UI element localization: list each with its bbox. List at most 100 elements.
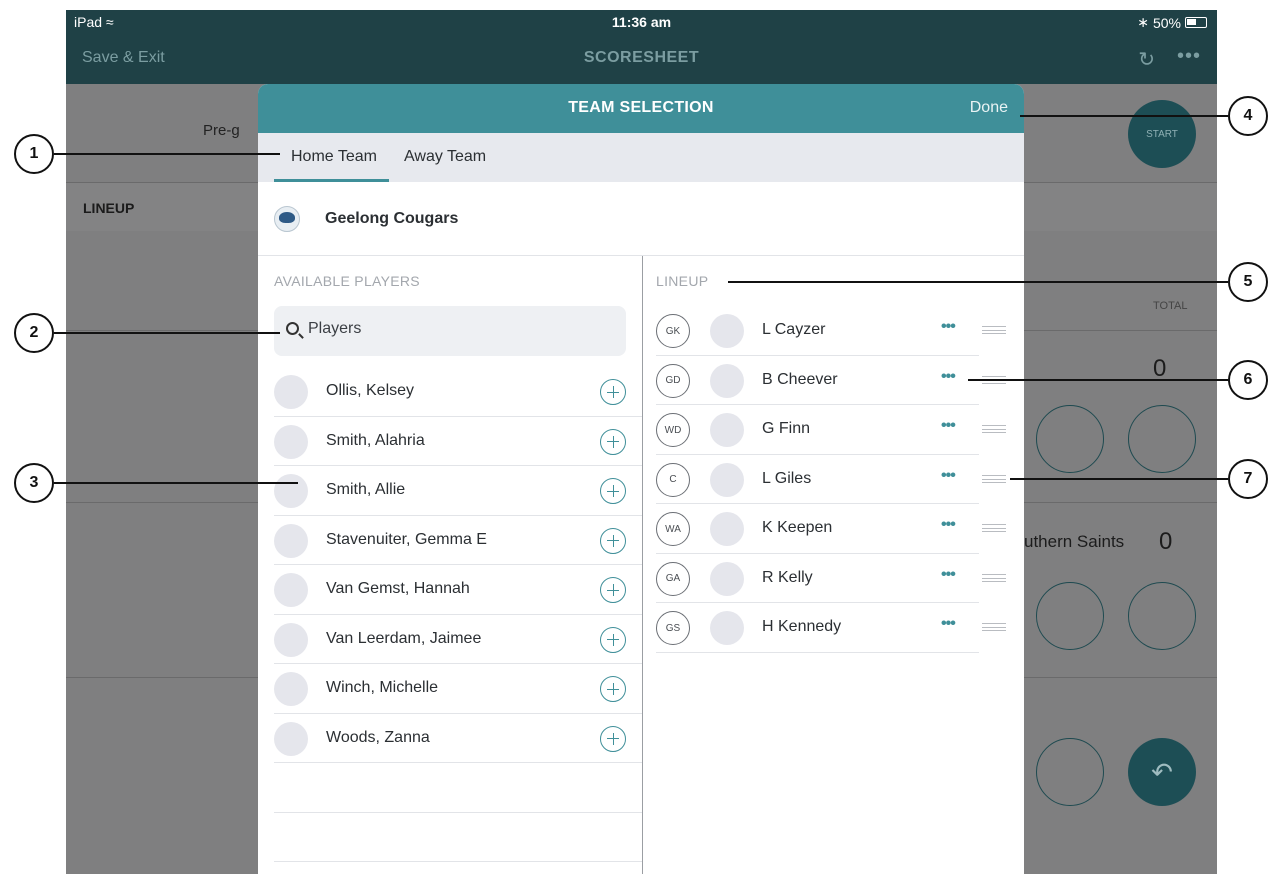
done-button[interactable]: Done	[970, 99, 1008, 117]
lineup-row[interactable]: GS H Kennedy •••	[656, 603, 1006, 653]
player-name: Stavenuiter, Gemma E	[326, 530, 487, 548]
callout-6: 6	[1228, 360, 1268, 400]
start-label: START	[1146, 128, 1178, 140]
lineup-heading: LINEUP	[656, 273, 709, 289]
callout-5: 5	[1228, 262, 1268, 302]
away-score: 0	[1159, 528, 1173, 555]
position-badge[interactable]: GD	[656, 363, 690, 398]
callout-2: 2	[14, 313, 54, 353]
team-name: Geelong Cougars	[325, 210, 459, 227]
available-players-heading: AVAILABLE PLAYERS	[274, 273, 420, 289]
drag-handle-icon[interactable]	[982, 425, 1006, 433]
lineup-list: GK L Cayzer ••• GD B Cheever ••• WD G Fi…	[656, 306, 1006, 653]
bg-pregame-label: Pre-g	[203, 122, 240, 139]
callout-leader	[1020, 115, 1228, 117]
lineup-row[interactable]: WD G Finn •••	[656, 405, 1006, 455]
more-icon[interactable]: •••	[1177, 45, 1201, 68]
lineup-row[interactable]: C L Giles •••	[656, 455, 1006, 504]
score-circle[interactable]	[1036, 405, 1104, 473]
player-row[interactable]: Smith, Allie	[274, 466, 642, 516]
avatar	[274, 375, 308, 409]
team-header: Geelong Cougars	[258, 182, 1024, 256]
lineup-row[interactable]: GD B Cheever •••	[656, 356, 1006, 405]
add-player-icon[interactable]	[600, 676, 626, 702]
score-circle[interactable]	[1036, 738, 1104, 806]
lineup-player-name: H Kennedy	[762, 618, 842, 635]
add-player-icon[interactable]	[600, 478, 626, 504]
bg-total-label: TOTAL	[1153, 300, 1188, 312]
team-selection-modal: TEAM SELECTION Done Home Team Away Team …	[258, 84, 1024, 874]
lineup-row[interactable]: GK L Cayzer •••	[656, 306, 1006, 356]
score-circle[interactable]	[1128, 405, 1196, 473]
refresh-icon[interactable]: ↻	[1138, 47, 1155, 72]
player-name: Smith, Allie	[326, 481, 406, 498]
empty-row	[274, 763, 642, 813]
add-player-icon[interactable]	[600, 626, 626, 653]
more-options-icon[interactable]: •••	[941, 368, 956, 386]
player-row[interactable]: Winch, Michelle	[274, 664, 642, 714]
modal-header: TEAM SELECTION Done	[258, 84, 1024, 133]
column-divider	[642, 256, 643, 874]
drag-handle-icon[interactable]	[982, 573, 1006, 582]
position-badge[interactable]: GK	[656, 314, 690, 348]
avatar	[710, 512, 744, 546]
score-circle[interactable]	[1036, 582, 1104, 650]
bg-lineup-label: LINEUP	[83, 200, 135, 216]
avatar	[274, 672, 308, 706]
lineup-row[interactable]: WA K Keepen •••	[656, 504, 1006, 554]
callout-4: 4	[1228, 96, 1268, 136]
add-player-icon[interactable]	[600, 577, 626, 603]
avatar	[710, 462, 744, 497]
add-player-icon[interactable]	[600, 428, 626, 455]
add-player-icon[interactable]	[600, 527, 626, 554]
add-player-icon[interactable]	[600, 725, 626, 752]
lineup-player-name: B Cheever	[762, 370, 838, 388]
player-name: Van Leerdam, Jaimee	[326, 629, 482, 647]
lineup-player-name: L Giles	[762, 469, 812, 487]
undo-icon[interactable]: ↶	[1128, 738, 1196, 806]
score-circle[interactable]	[1128, 582, 1196, 650]
callout-7: 7	[1228, 459, 1268, 499]
team-logo	[274, 206, 300, 232]
player-row[interactable]: Smith, Alahria	[274, 417, 642, 466]
bluetooth-icon: ∗	[1137, 14, 1149, 30]
more-options-icon[interactable]: •••	[941, 417, 956, 435]
drag-handle-icon[interactable]	[982, 474, 1006, 483]
more-options-icon[interactable]: •••	[941, 467, 956, 485]
position-badge[interactable]: WA	[656, 512, 690, 546]
team-tabs: Home Team Away Team	[258, 133, 1024, 182]
more-options-icon[interactable]: •••	[941, 615, 956, 633]
position-badge[interactable]: WD	[656, 413, 690, 447]
position-badge[interactable]: GS	[656, 611, 690, 645]
player-row[interactable]: Van Gemst, Hannah	[274, 565, 642, 615]
player-name: Van Gemst, Hannah	[326, 580, 470, 597]
position-badge[interactable]: GA	[656, 561, 690, 596]
lineup-row[interactable]: GA R Kelly •••	[656, 554, 1006, 603]
search-input[interactable]	[308, 320, 608, 338]
player-name: Smith, Alahria	[326, 431, 425, 449]
more-options-icon[interactable]: •••	[941, 566, 956, 584]
available-players-list: Ollis, Kelsey Smith, Alahria Smith, Alli…	[274, 367, 642, 862]
empty-row	[274, 813, 642, 862]
start-button[interactable]: START	[1128, 100, 1196, 168]
player-row[interactable]: Ollis, Kelsey	[274, 367, 642, 417]
avatar	[710, 561, 744, 596]
lineup-player-name: G Finn	[762, 420, 811, 437]
avatar	[274, 573, 308, 607]
more-options-icon[interactable]: •••	[941, 318, 956, 336]
player-row[interactable]: Stavenuiter, Gemma E	[274, 516, 642, 565]
drag-handle-icon[interactable]	[982, 524, 1006, 532]
add-player-icon[interactable]	[600, 379, 626, 405]
more-options-icon[interactable]: •••	[941, 516, 956, 534]
player-row[interactable]: Woods, Zanna	[274, 714, 642, 763]
position-badge[interactable]: C	[656, 462, 690, 497]
avatar	[274, 523, 308, 558]
avatar	[274, 424, 308, 459]
player-row[interactable]: Van Leerdam, Jaimee	[274, 615, 642, 664]
tab-away-team[interactable]: Away Team	[404, 148, 486, 166]
drag-handle-icon[interactable]	[982, 326, 1006, 334]
player-search[interactable]	[274, 306, 626, 356]
drag-handle-icon[interactable]	[982, 623, 1006, 631]
tab-home-team[interactable]: Home Team	[291, 148, 377, 166]
callout-leader	[54, 153, 280, 155]
